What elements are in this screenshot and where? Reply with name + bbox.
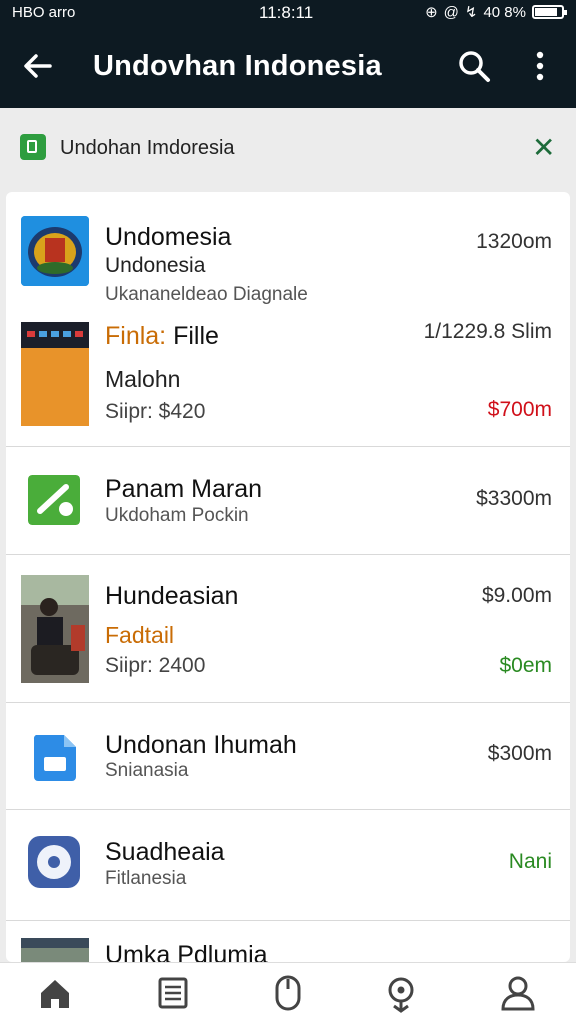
- list-item[interactable]: Umka Pdlumia: [6, 921, 570, 962]
- filter-bar: Undohan Imdoresia ✕: [0, 120, 576, 178]
- item-title: Hundeasian: [105, 582, 239, 610]
- home-icon[interactable]: [35, 973, 75, 1013]
- item-detail: Siipr: 2400: [105, 654, 206, 677]
- carrier-label: HBO arro: [12, 4, 76, 21]
- file-thumbnail: [21, 322, 89, 426]
- item-title: Undonan Ihumah: [105, 731, 297, 759]
- item-subtitle: Undonesia: [105, 254, 206, 277]
- item-price: $3300m: [476, 487, 552, 510]
- list-icon[interactable]: [153, 973, 193, 1013]
- item-title: Finla: Fille: [105, 322, 219, 351]
- photo-thumbnail: [21, 575, 89, 683]
- list-item[interactable]: Undomesia Undonesia Ukananeldeao Diagnal…: [6, 192, 570, 447]
- item-subtitle: Fitlanesia: [105, 868, 187, 889]
- battery-percent: 40 8%: [483, 3, 526, 21]
- status-bar: HBO arro 11:8:11 ⊕ @ ↯ 40 8%: [0, 0, 576, 28]
- item-price: $700m: [487, 398, 552, 421]
- search-icon[interactable]: [456, 48, 492, 84]
- item-title: Suadheaia: [105, 838, 225, 866]
- item-subtitle: Ukdoham Pockin: [105, 505, 249, 526]
- app-icon: [28, 475, 80, 525]
- item-title-rest: Fille: [166, 322, 219, 350]
- back-arrow-icon[interactable]: [22, 50, 54, 82]
- list-item[interactable]: Panam Maran Ukdoham Pockin $3300m: [6, 447, 570, 555]
- item-subtitle: Fadtail: [105, 622, 175, 648]
- status-icons: ⊕ @ ↯ 40 8%: [425, 3, 567, 21]
- clock: 11:8:11: [259, 3, 314, 22]
- signal-icon: ↯: [464, 4, 478, 21]
- results-list: Undomesia Undonesia Ukananeldeao Diagnal…: [6, 192, 570, 962]
- list-item[interactable]: Suadheaia Fitlanesia Nani: [6, 810, 570, 921]
- item-title: Panam Maran: [105, 475, 263, 503]
- bottom-navigation: [0, 962, 576, 1025]
- mouse-icon[interactable]: [268, 973, 308, 1013]
- item-price-top: $9.00m: [481, 584, 552, 607]
- item-subtitle: Snianasia: [105, 760, 189, 781]
- more-options-icon[interactable]: [528, 48, 552, 84]
- item-price: 1320om: [476, 230, 552, 253]
- battery-icon: [532, 5, 567, 19]
- close-icon[interactable]: ✕: [532, 134, 555, 162]
- item-price-top: 1/1229.8 Slim: [423, 320, 552, 343]
- item-subtitle: Malohn: [105, 366, 181, 392]
- photo-thumbnail: [21, 938, 89, 962]
- item-detail: Siipr: $420: [105, 400, 206, 423]
- item-title-prefix: Finla:: [105, 322, 167, 350]
- list-item[interactable]: Undonan Ihumah Snianasia $300m: [6, 703, 570, 810]
- document-app-icon: [32, 733, 78, 781]
- profile-icon[interactable]: [498, 973, 538, 1013]
- filter-label: Undohan Imdoresia: [60, 137, 235, 159]
- sync-icon: @: [443, 3, 459, 21]
- item-price: $0em: [499, 654, 552, 677]
- item-detail: Ukananeldeao Diagnale: [105, 284, 308, 305]
- item-price: $300m: [487, 742, 552, 765]
- document-icon: [20, 134, 46, 160]
- app-bar: Undovhan Indonesia: [0, 28, 576, 108]
- emblem-thumbnail: [21, 216, 89, 286]
- compass-app-icon: [28, 836, 80, 888]
- list-item[interactable]: Hundeasian Fadtail Siipr: 2400 $9.00m $0…: [6, 555, 570, 703]
- location-icon[interactable]: [381, 973, 421, 1013]
- alarm-icon: ⊕: [425, 4, 438, 21]
- item-price: Nani: [508, 850, 552, 873]
- item-title: Umka Pdlumia: [105, 941, 268, 962]
- item-title: Undomesia: [105, 223, 232, 251]
- page-title: Undovhan Indonesia: [93, 50, 382, 82]
